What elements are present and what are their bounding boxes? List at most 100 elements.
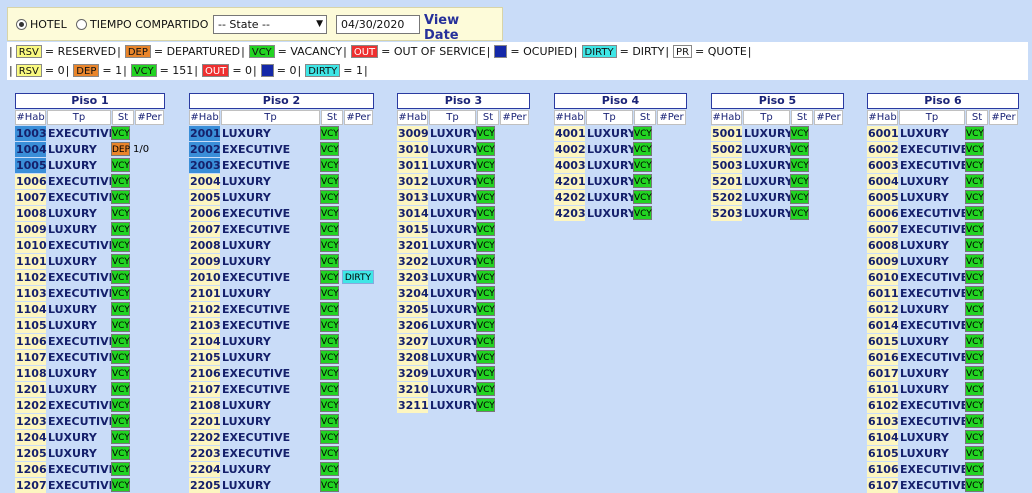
room-number[interactable]: 1201	[15, 381, 47, 397]
room-number[interactable]: 6101	[867, 381, 899, 397]
status-badge[interactable]: VCY	[633, 126, 652, 140]
room-row[interactable]: 6002 EXECUTIVE VCY	[867, 141, 1019, 157]
room-number[interactable]: 3209	[397, 365, 429, 381]
status-badge[interactable]: VCY	[790, 174, 809, 188]
status-badge[interactable]: VCY	[633, 142, 652, 156]
room-number[interactable]: 3207	[397, 333, 429, 349]
status-badge[interactable]: VCY	[476, 254, 495, 268]
room-number[interactable]: 6103	[867, 413, 899, 429]
status-badge[interactable]: VCY	[476, 286, 495, 300]
room-number[interactable]: 6104	[867, 429, 899, 445]
room-number[interactable]: 4203	[554, 205, 586, 221]
room-row[interactable]: 6012 LUXURY VCY	[867, 301, 1019, 317]
room-number[interactable]: 1101	[15, 253, 47, 269]
room-number[interactable]: 1207	[15, 477, 47, 493]
date-input[interactable]: 04/30/2020	[336, 15, 420, 34]
room-row[interactable]: 5002 LUXURY VCY	[711, 141, 844, 157]
column-header-st[interactable]: St	[321, 110, 343, 125]
room-row[interactable]: 3204 LUXURY VCY	[397, 285, 530, 301]
room-row[interactable]: 1003 EXECUTIVE VCY	[15, 125, 165, 141]
room-row[interactable]: 2101 LUXURY VCY	[189, 285, 374, 301]
room-row[interactable]: 4202 LUXURY VCY	[554, 189, 687, 205]
radio-timeshare[interactable]: TIEMPO COMPARTIDO	[76, 18, 208, 31]
status-badge[interactable]: VCY	[790, 190, 809, 204]
room-number[interactable]: 2004	[189, 173, 221, 189]
room-number[interactable]: 5203	[711, 205, 743, 221]
room-number[interactable]: 6012	[867, 301, 899, 317]
column-header-hab[interactable]: #Hab	[397, 110, 428, 125]
status-badge[interactable]: VCY	[965, 446, 984, 460]
room-row[interactable]: 1206 EXECUTIVE VCY	[15, 461, 165, 477]
room-number[interactable]: 1007	[15, 189, 47, 205]
status-badge[interactable]: VCY	[965, 142, 984, 156]
room-row[interactable]: 5203 LUXURY VCY	[711, 205, 844, 221]
room-row[interactable]: 2103 EXECUTIVE VCY	[189, 317, 374, 333]
status-badge[interactable]: VCY	[320, 446, 339, 460]
room-number[interactable]: 6015	[867, 333, 899, 349]
room-row[interactable]: 2204 LUXURY VCY	[189, 461, 374, 477]
status-badge[interactable]: VCY	[320, 382, 339, 396]
room-number[interactable]: 2002	[189, 141, 221, 157]
status-badge[interactable]: VCY	[476, 158, 495, 172]
room-row[interactable]: 2003 EXECUTIVE VCY	[189, 157, 374, 173]
room-row[interactable]: 6106 EXECUTIVE VCY	[867, 461, 1019, 477]
room-number[interactable]: 1010	[15, 237, 47, 253]
room-row[interactable]: 6101 LUXURY VCY	[867, 381, 1019, 397]
room-row[interactable]: 6001 LUXURY VCY	[867, 125, 1019, 141]
column-header-hab[interactable]: #Hab	[554, 110, 585, 125]
room-row[interactable]: 2203 EXECUTIVE VCY	[189, 445, 374, 461]
status-badge[interactable]: VCY	[320, 366, 339, 380]
room-row[interactable]: 2007 EXECUTIVE VCY	[189, 221, 374, 237]
status-badge[interactable]: VCY	[965, 398, 984, 412]
status-badge[interactable]: VCY	[111, 158, 130, 172]
room-row[interactable]: 3206 LUXURY VCY	[397, 317, 530, 333]
room-row[interactable]: 3205 LUXURY VCY	[397, 301, 530, 317]
room-number[interactable]: 6011	[867, 285, 899, 301]
room-row[interactable]: 2002 EXECUTIVE VCY	[189, 141, 374, 157]
room-number[interactable]: 3011	[397, 157, 429, 173]
room-row[interactable]: 2009 LUXURY VCY	[189, 253, 374, 269]
state-select[interactable]: -- State -- ▼	[213, 15, 327, 34]
column-header-tp[interactable]: Tp	[743, 110, 790, 125]
room-row[interactable]: 1009 LUXURY VCY	[15, 221, 165, 237]
room-row[interactable]: 3009 LUXURY VCY	[397, 125, 530, 141]
status-badge[interactable]: VCY	[476, 190, 495, 204]
room-number[interactable]: 1106	[15, 333, 47, 349]
status-badge[interactable]: VCY	[320, 430, 339, 444]
status-badge[interactable]: VCY	[111, 190, 130, 204]
room-number[interactable]: 5002	[711, 141, 743, 157]
radio-hotel-icon[interactable]	[16, 19, 27, 30]
room-row[interactable]: 4201 LUXURY VCY	[554, 173, 687, 189]
room-number[interactable]: 6006	[867, 205, 899, 221]
room-row[interactable]: 4002 LUXURY VCY	[554, 141, 687, 157]
room-row[interactable]: 2106 EXECUTIVE VCY	[189, 365, 374, 381]
room-number[interactable]: 3205	[397, 301, 429, 317]
room-number[interactable]: 2102	[189, 301, 221, 317]
room-number[interactable]: 6014	[867, 317, 899, 333]
room-number[interactable]: 1008	[15, 205, 47, 221]
room-row[interactable]: 2202 EXECUTIVE VCY	[189, 429, 374, 445]
column-header-st[interactable]: St	[634, 110, 656, 125]
room-row[interactable]: 5001 LUXURY VCY	[711, 125, 844, 141]
status-badge[interactable]: VCY	[320, 302, 339, 316]
status-badge[interactable]: VCY	[965, 350, 984, 364]
status-badge[interactable]: VCY	[111, 270, 130, 284]
room-number[interactable]: 4002	[554, 141, 586, 157]
room-number[interactable]: 3211	[397, 397, 429, 413]
status-badge[interactable]: VCY	[633, 174, 652, 188]
status-badge[interactable]: VCY	[965, 158, 984, 172]
room-number[interactable]: 1204	[15, 429, 47, 445]
status-badge[interactable]: VCY	[476, 142, 495, 156]
room-number[interactable]: 2009	[189, 253, 221, 269]
room-number[interactable]: 1009	[15, 221, 47, 237]
radio-timeshare-icon[interactable]	[76, 19, 87, 30]
room-number[interactable]: 5001	[711, 125, 743, 141]
status-badge[interactable]: VCY	[965, 430, 984, 444]
room-row[interactable]: 1108 LUXURY VCY	[15, 365, 165, 381]
room-number[interactable]: 2003	[189, 157, 221, 173]
room-number[interactable]: 6105	[867, 445, 899, 461]
room-row[interactable]: 1203 EXECUTIVE VCY	[15, 413, 165, 429]
room-row[interactable]: 3202 LUXURY VCY	[397, 253, 530, 269]
room-row[interactable]: 6103 EXECUTIVE VCY	[867, 413, 1019, 429]
room-number[interactable]: 2103	[189, 317, 221, 333]
